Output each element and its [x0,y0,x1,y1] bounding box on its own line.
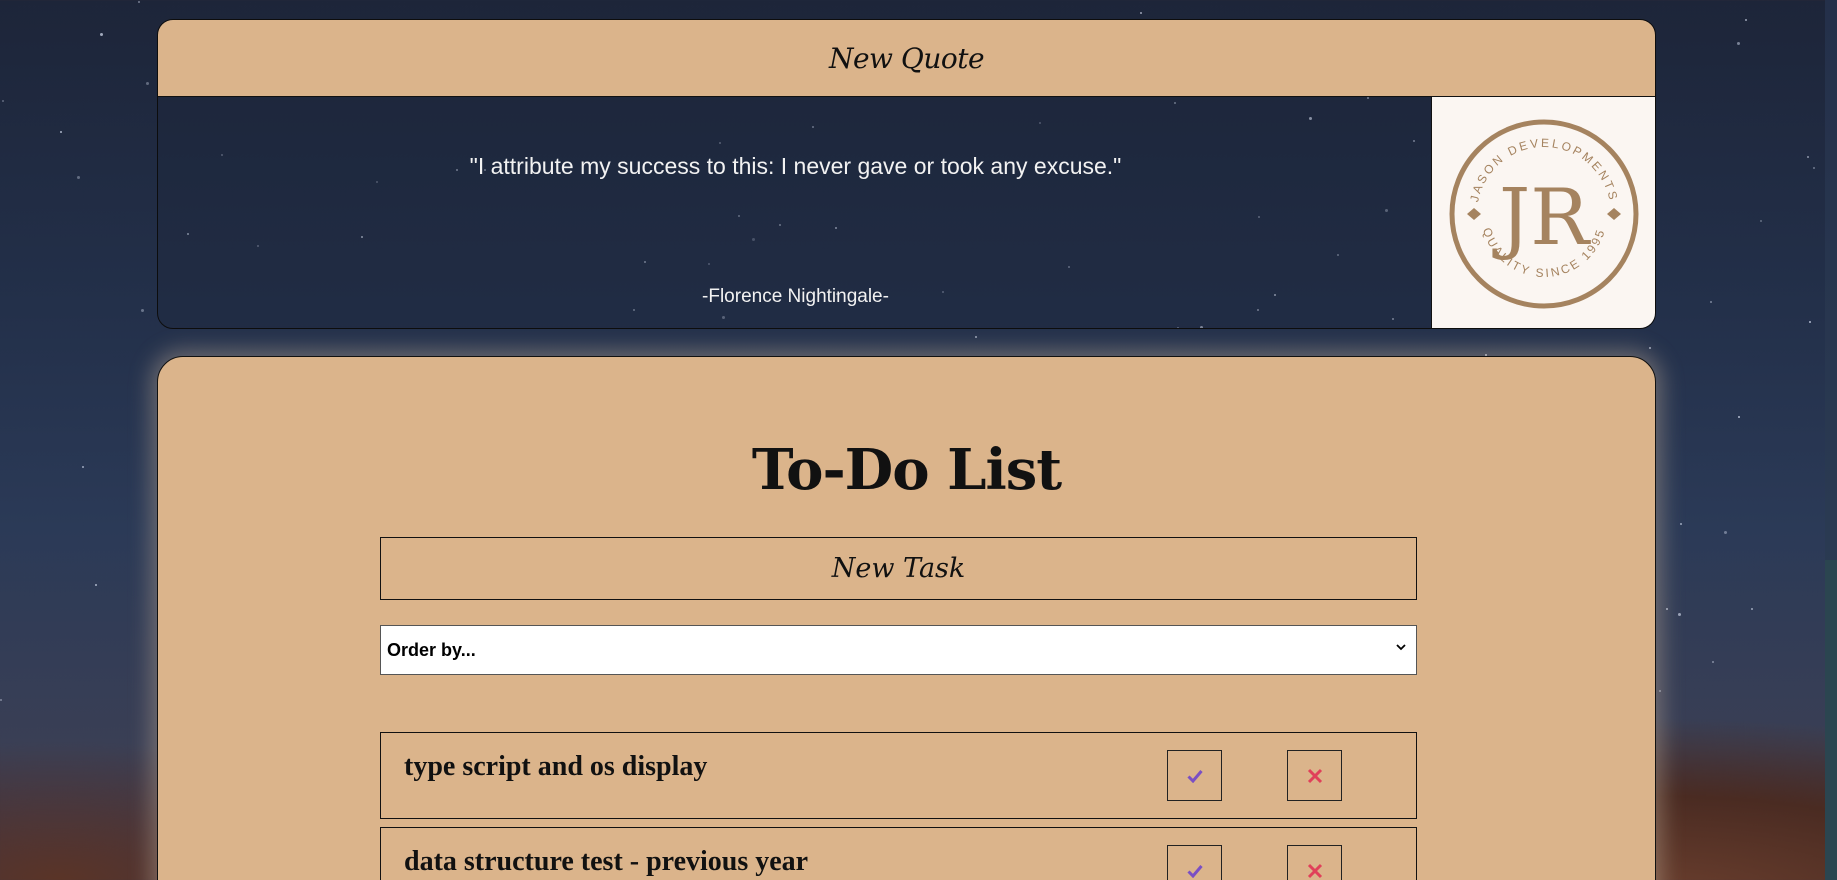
star [1724,531,1727,534]
close-icon [1307,863,1322,878]
star [1710,301,1712,303]
star [1813,167,1815,169]
star [100,33,103,36]
close-icon [1307,768,1322,783]
star [60,131,62,133]
quote-body: "I attribute my success to this: I never… [158,97,1433,328]
order-by-selected-value: Order by... [387,639,476,660]
star [1809,321,1811,323]
star [141,309,144,312]
new-quote-label: New Quote [828,41,985,75]
task-text: data structure test - previous year [404,846,809,877]
star [1678,613,1681,616]
star [1712,661,1714,663]
new-task-label: New Task [831,553,966,584]
quote-author: -Florence Nightingale- [702,286,889,307]
delete-task-button[interactable] [1287,845,1342,880]
todo-card: To-Do List New Task Order by... type scr… [157,356,1656,880]
quote-card: New Quote "I attribute my success to thi… [157,19,1656,329]
star [1807,156,1809,158]
star [1666,608,1668,610]
star [1649,347,1651,349]
jr-logo-seal: JASON DEVELOPMENTS QUALITY SINCE 1995 JR [1449,119,1638,308]
new-task-button[interactable]: New Task [380,537,1417,600]
brand-logo: JASON DEVELOPMENTS QUALITY SINCE 1995 JR [1431,97,1655,328]
todo-title: To-Do List [751,437,1062,503]
star [975,336,977,338]
complete-task-button[interactable] [1167,750,1222,801]
star [1680,523,1682,525]
chevron-down-icon [1396,644,1406,651]
star [1745,19,1747,21]
star [95,584,97,586]
star [2,100,4,102]
star [146,82,149,85]
star [82,466,84,468]
star [1737,42,1740,45]
task-text: type script and os display [404,751,708,782]
star [1738,416,1740,418]
new-quote-button[interactable]: New Quote [158,20,1655,97]
task-row: type script and os display [380,732,1417,819]
complete-task-button[interactable] [1167,845,1222,880]
star [1659,690,1661,692]
check-icon [1186,769,1203,783]
star [1760,220,1762,222]
logo-monogram: JR [1492,173,1591,263]
quote-text: "I attribute my success to this: I never… [469,153,1122,179]
star [0,699,2,701]
order-by-select[interactable]: Order by... [380,625,1417,675]
page-scrollbar-thumb[interactable] [1825,560,1837,880]
task-row: data structure test - previous year [380,827,1417,880]
star [1751,608,1753,610]
check-icon [1186,864,1203,878]
delete-task-button[interactable] [1287,750,1342,801]
star [1140,12,1142,14]
star [138,1,140,3]
star [77,176,80,179]
